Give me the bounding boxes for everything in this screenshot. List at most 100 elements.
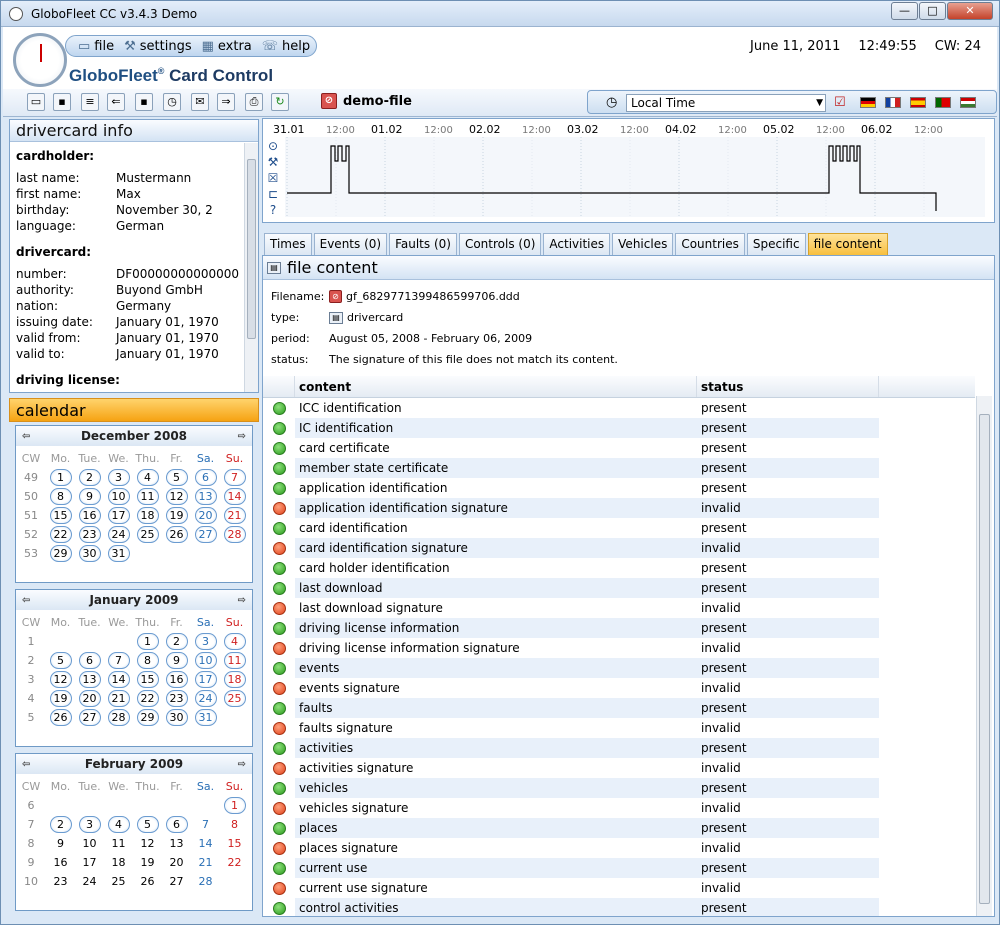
calendar-day[interactable]: 15 (220, 834, 249, 853)
info-scrollbar[interactable] (244, 143, 258, 392)
table-row[interactable]: driving license information present (263, 618, 975, 638)
next-month-icon[interactable]: ⇨ (238, 595, 246, 606)
tab-activities[interactable]: Activities (543, 233, 611, 255)
next-month-icon[interactable]: ⇨ (238, 431, 246, 442)
table-row[interactable]: events signature invalid (263, 678, 975, 698)
database-icon[interactable]: ≡ (81, 93, 99, 111)
calendar-day[interactable]: 8 (220, 815, 249, 834)
tab-times[interactable]: Times (264, 233, 312, 255)
table-row[interactable]: application identification present (263, 478, 975, 498)
calendar-day[interactable]: 13 (191, 487, 220, 506)
calendar-day[interactable]: 29 (133, 708, 162, 727)
calendar-day[interactable]: 27 (191, 525, 220, 544)
calendar-day[interactable]: 16 (162, 670, 191, 689)
calendar-day[interactable]: 20 (191, 506, 220, 525)
open-folder-icon[interactable]: ▭ (27, 93, 45, 111)
tab-controls[interactable]: Controls (0) (458, 233, 542, 255)
table-row[interactable]: application identification signature inva… (263, 498, 975, 518)
table-row[interactable]: vehicles present (263, 778, 975, 798)
prev-month-icon[interactable]: ⇦ (22, 595, 30, 606)
table-row[interactable]: current use signature invalid (263, 878, 975, 898)
calendar-day[interactable]: 16 (75, 506, 104, 525)
table-row[interactable]: events present (263, 658, 975, 678)
table-row[interactable]: last download signature invalid (263, 598, 975, 618)
calendar-day[interactable]: 25 (133, 525, 162, 544)
calendar-day[interactable]: 8 (46, 487, 75, 506)
calendar-day[interactable]: 10 (75, 834, 104, 853)
table-row[interactable]: card certificate present (263, 438, 975, 458)
calendar-day[interactable]: 3 (104, 468, 133, 487)
calendar-day[interactable]: 2 (162, 632, 191, 651)
import-icon[interactable]: ⇐ (107, 93, 125, 111)
table-row[interactable]: control activities present (263, 898, 975, 916)
calendar-day[interactable]: 6 (75, 651, 104, 670)
table-row[interactable]: places present (263, 818, 975, 838)
table-row[interactable]: vehicles signature invalid (263, 798, 975, 818)
table-row[interactable]: driving license information signature inv… (263, 638, 975, 658)
table-row[interactable]: faults present (263, 698, 975, 718)
calendar-day[interactable]: 28 (191, 872, 220, 891)
calendar-day[interactable]: 24 (75, 872, 104, 891)
calendar-day[interactable]: 12 (133, 834, 162, 853)
calendar-day[interactable]: 13 (162, 834, 191, 853)
calendar-day[interactable]: 30 (75, 544, 104, 563)
calendar-day[interactable]: 17 (104, 506, 133, 525)
table-scrollbar[interactable] (976, 396, 992, 916)
calendar-day[interactable]: 1 (46, 468, 75, 487)
menu-extra[interactable]: ▦ extra (202, 39, 252, 54)
calendar-day[interactable]: 1 (220, 796, 249, 815)
menu-help[interactable]: ☏ help (262, 39, 310, 54)
calendar-day[interactable]: 6 (162, 815, 191, 834)
checklist-icon[interactable]: ☑ (834, 95, 846, 110)
calendar-day[interactable]: 4 (133, 468, 162, 487)
calendar-day[interactable]: 18 (133, 506, 162, 525)
table-row[interactable]: faults signature invalid (263, 718, 975, 738)
menu-file[interactable]: ▭ file (78, 39, 114, 54)
tab-specific[interactable]: Specific (746, 233, 806, 255)
tab-file-content[interactable]: file content (807, 233, 888, 255)
timezone-select[interactable]: Local Time ▼ (626, 94, 826, 112)
calendar-day[interactable]: 22 (133, 689, 162, 708)
calendar-day[interactable]: 13 (75, 670, 104, 689)
prev-month-icon[interactable]: ⇦ (22, 431, 30, 442)
hungarian-flag-icon[interactable] (960, 97, 976, 108)
calendar-day[interactable]: 5 (133, 815, 162, 834)
table-row[interactable]: places signature invalid (263, 838, 975, 858)
calendar-day[interactable]: 29 (46, 544, 75, 563)
calendar-day[interactable]: 21 (191, 853, 220, 872)
table-row[interactable]: card holder identification present (263, 558, 975, 578)
schedule-icon[interactable]: ◷ (163, 93, 181, 111)
calendar-day[interactable]: 14 (220, 487, 249, 506)
tab-faults[interactable]: Faults (0) (389, 233, 457, 255)
calendar-day[interactable]: 5 (46, 651, 75, 670)
calendar-day[interactable]: 28 (220, 525, 249, 544)
calendar-day[interactable]: 4 (220, 632, 249, 651)
german-flag-icon[interactable] (860, 97, 876, 108)
calendar-day[interactable]: 24 (191, 689, 220, 708)
table-row[interactable]: activities signature invalid (263, 758, 975, 778)
portuguese-flag-icon[interactable] (935, 97, 951, 108)
calendar-day[interactable]: 2 (75, 468, 104, 487)
calendar-day[interactable]: 24 (104, 525, 133, 544)
calendar-day[interactable]: 4 (104, 815, 133, 834)
calendar-day[interactable]: 23 (46, 872, 75, 891)
mail-icon[interactable]: ✉ (191, 93, 209, 111)
calendar-day[interactable]: 17 (75, 853, 104, 872)
calendar-day[interactable]: 15 (46, 506, 75, 525)
calendar-day[interactable]: 11 (104, 834, 133, 853)
refresh-icon[interactable]: ↻ (271, 93, 289, 111)
calendar-day[interactable]: 5 (162, 468, 191, 487)
prev-month-icon[interactable]: ⇦ (22, 759, 30, 770)
spanish-flag-icon[interactable] (910, 97, 926, 108)
table-row[interactable]: ICC identification present (263, 398, 975, 418)
calendar-day[interactable]: 1 (133, 632, 162, 651)
calendar-day[interactable]: 30 (162, 708, 191, 727)
calendar-day[interactable]: 3 (75, 815, 104, 834)
tab-events[interactable]: Events (0) (313, 233, 388, 255)
calendar-day[interactable]: 19 (133, 853, 162, 872)
minimize-button[interactable]: — (891, 2, 918, 20)
calendar-day[interactable]: 9 (46, 834, 75, 853)
close-button[interactable]: ✕ (947, 2, 993, 20)
tab-countries[interactable]: Countries (675, 233, 745, 255)
disk-icon[interactable]: ▪ (135, 93, 153, 111)
